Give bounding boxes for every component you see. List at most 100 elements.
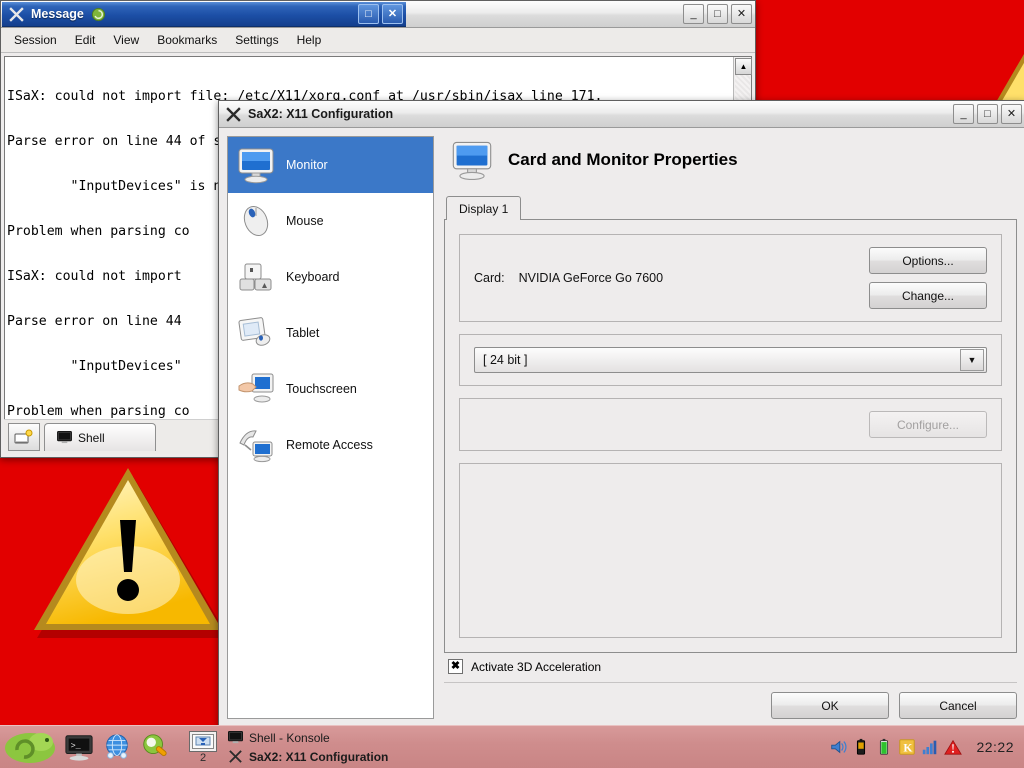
sax2-window[interactable]: SaX2: X11 Configuration _ □ ✕ Monitor Mo… bbox=[218, 100, 1024, 727]
message-window-buttons[interactable]: □ ✕ bbox=[358, 4, 403, 24]
sidebar-item-monitor[interactable]: Monitor bbox=[228, 137, 433, 193]
x-logo-icon bbox=[226, 106, 241, 122]
taskbar-launchers[interactable]: >_ bbox=[60, 732, 176, 762]
battery-tray-icon[interactable] bbox=[852, 737, 870, 757]
monitor-icon bbox=[452, 141, 492, 181]
page-title: Card and Monitor Properties bbox=[508, 150, 738, 169]
menu-edit[interactable]: Edit bbox=[66, 30, 105, 50]
maximize-button[interactable]: □ bbox=[358, 4, 379, 24]
terminal-icon[interactable]: >_ bbox=[64, 732, 94, 762]
content-filler bbox=[459, 463, 1002, 638]
checkbox-3d-acceleration[interactable]: ✖ bbox=[448, 659, 463, 674]
menu-help[interactable]: Help bbox=[288, 30, 331, 50]
tablet-icon bbox=[238, 317, 271, 346]
sax2-title: SaX2: X11 Configuration bbox=[248, 107, 394, 121]
sidebar-item-mouse[interactable]: Mouse bbox=[228, 193, 433, 249]
sidebar-item-label: Touchscreen bbox=[286, 382, 357, 396]
warning-triangle-icon bbox=[28, 460, 228, 640]
minimize-button[interactable]: _ bbox=[953, 104, 974, 124]
kde-tray-icon[interactable]: K bbox=[898, 737, 916, 757]
x-logo-icon bbox=[229, 750, 242, 763]
maximize-button[interactable]: □ bbox=[977, 104, 998, 124]
menu-settings[interactable]: Settings bbox=[226, 30, 287, 50]
sidebar-item-remote-access[interactable]: Remote Access bbox=[228, 417, 433, 473]
mouse-icon bbox=[243, 205, 269, 237]
monitor-icon bbox=[238, 148, 274, 184]
scroll-up-icon[interactable]: ▲ bbox=[735, 58, 752, 75]
ok-button[interactable]: OK bbox=[771, 692, 889, 719]
task-label: Shell - Konsole bbox=[249, 730, 330, 745]
task-shell-konsole[interactable]: Shell - Konsole bbox=[228, 729, 829, 747]
close-button[interactable]: ✕ bbox=[731, 4, 752, 24]
svg-text:K: K bbox=[904, 742, 913, 755]
minimize-button[interactable]: _ bbox=[683, 4, 704, 24]
configure-button: Configure... bbox=[869, 411, 987, 438]
desktop-pager[interactable]: 2 bbox=[184, 728, 222, 766]
taskbar-window-list[interactable]: Shell - Konsole SaX2: X11 Configuration bbox=[222, 729, 829, 766]
sidebar-item-touchscreen[interactable]: Touchscreen bbox=[228, 361, 433, 417]
kmenu-button[interactable] bbox=[0, 727, 60, 767]
page-header: Card and Monitor Properties bbox=[444, 136, 1017, 196]
svg-text:>_: >_ bbox=[71, 741, 82, 751]
clock[interactable]: 22:22 bbox=[970, 739, 1024, 755]
sidebar-item-label: Monitor bbox=[286, 158, 328, 172]
volume-tray-icon[interactable] bbox=[829, 737, 847, 757]
color-depth-value: [ 24 bit ] bbox=[483, 353, 528, 367]
cancel-button[interactable]: Cancel bbox=[899, 692, 1017, 719]
menu-session[interactable]: Session bbox=[5, 30, 66, 50]
tab-page-display-1: Card: NVIDIA GeForce Go 7600 Options... … bbox=[444, 219, 1017, 653]
sidebar-item-label: Mouse bbox=[286, 214, 324, 228]
tab-display-1[interactable]: Display 1 bbox=[446, 196, 522, 220]
color-depth-combo[interactable]: [ 24 bit ] ▼ bbox=[474, 347, 987, 373]
accel-checkbox-label: Activate 3D Acceleration bbox=[471, 659, 602, 674]
menu-bookmarks[interactable]: Bookmarks bbox=[148, 30, 226, 50]
close-button[interactable]: ✕ bbox=[382, 4, 403, 24]
touchscreen-icon bbox=[238, 373, 274, 403]
sidebar-item-tablet[interactable]: Tablet bbox=[228, 305, 433, 361]
battery-charge-tray-icon[interactable] bbox=[875, 737, 893, 757]
message-titlebar[interactable]: Message □ ✕ bbox=[2, 2, 406, 27]
taskbar[interactable]: >_ 2 Shell - Konsole SaX2: X11 Configura… bbox=[0, 725, 1024, 768]
sidebar-item-label: Tablet bbox=[286, 326, 320, 340]
task-label: SaX2: X11 Configuration bbox=[249, 749, 389, 764]
tabstrip[interactable]: Display 1 bbox=[446, 196, 1017, 220]
remote-access-icon bbox=[239, 430, 273, 463]
sidebar-item-keyboard[interactable]: Keyboard bbox=[228, 249, 433, 305]
terminal-icon bbox=[57, 431, 72, 444]
new-tab-icon[interactable] bbox=[8, 423, 40, 451]
system-tray[interactable]: K bbox=[829, 737, 970, 757]
warning-tray-icon[interactable] bbox=[944, 737, 963, 757]
sax2-main-panel: Card and Monitor Properties Display 1 Ca… bbox=[444, 136, 1017, 719]
sax2-footer[interactable]: OK Cancel bbox=[444, 682, 1017, 719]
maximize-button[interactable]: □ bbox=[707, 4, 728, 24]
menu-view[interactable]: View bbox=[104, 30, 148, 50]
browser-globe-icon[interactable] bbox=[102, 732, 132, 762]
change-button[interactable]: Change... bbox=[869, 282, 987, 309]
card-label: Card: bbox=[474, 271, 505, 285]
konsole-tab-label: Shell bbox=[78, 430, 105, 445]
chevron-down-icon[interactable]: ▼ bbox=[960, 349, 984, 371]
pager-number: 2 bbox=[199, 751, 207, 764]
task-sax2-configuration[interactable]: SaX2: X11 Configuration bbox=[228, 748, 829, 766]
configure-group: Configure... bbox=[459, 398, 1002, 451]
help-center-icon[interactable] bbox=[140, 732, 170, 762]
accel-checkbox-row[interactable]: ✖ Activate 3D Acceleration bbox=[444, 653, 1017, 674]
terminal-icon bbox=[228, 730, 243, 744]
sax2-sidebar[interactable]: Monitor Mouse Keyboard Tablet Touchscree… bbox=[227, 136, 434, 719]
sax2-window-buttons[interactable]: _ □ ✕ bbox=[953, 104, 1022, 124]
suse-gecko-icon bbox=[5, 733, 55, 763]
konsole-menubar[interactable]: Session Edit View Bookmarks Settings Hel… bbox=[1, 28, 755, 53]
keyboard-icon bbox=[239, 263, 272, 291]
desktop-pager-icon[interactable] bbox=[189, 730, 217, 752]
sax2-titlebar[interactable]: SaX2: X11 Configuration _ □ ✕ bbox=[219, 101, 1024, 128]
konsole-window-buttons[interactable]: _ □ ✕ bbox=[683, 4, 752, 24]
network-signal-tray-icon[interactable] bbox=[921, 737, 939, 757]
sidebar-item-label: Keyboard bbox=[286, 270, 340, 284]
card-group: Card: NVIDIA GeForce Go 7600 Options... … bbox=[459, 234, 1002, 322]
konsole-tab-shell[interactable]: Shell bbox=[44, 423, 156, 451]
close-button[interactable]: ✕ bbox=[1001, 104, 1022, 124]
options-button[interactable]: Options... bbox=[869, 247, 987, 274]
x-logo-icon bbox=[9, 6, 24, 22]
card-value: NVIDIA GeForce Go 7600 bbox=[518, 271, 664, 285]
sidebar-item-label: Remote Access bbox=[286, 438, 373, 452]
